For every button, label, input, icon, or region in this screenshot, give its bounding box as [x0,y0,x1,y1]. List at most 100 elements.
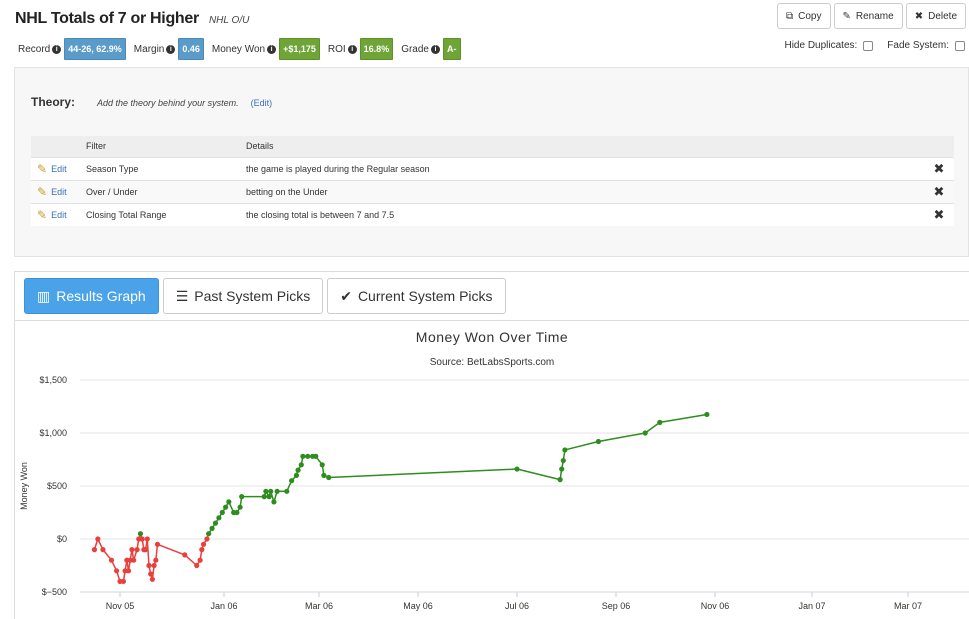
series-line-segment [564,440,599,451]
data-point [100,547,106,553]
info-icon[interactable]: i [166,44,176,54]
data-point [144,536,150,542]
page-title: NHL Totals of 7 or Higher [15,10,199,27]
data-point [219,509,225,516]
filter-details: betting on the Under [246,186,328,197]
data-point [293,472,300,478]
info-icon[interactable]: i [347,44,357,54]
table-row: ✎ Edit Season Type the game is played dur… [31,157,954,180]
x-tick-label: Sep 06 [602,601,631,611]
edit-link[interactable]: ✎ Edit [31,162,86,176]
copy-button[interactable]: ⧉ Copy [777,3,831,29]
data-point [295,467,301,473]
edit-label: Edit [51,209,67,220]
filter-name: Season Type [86,163,139,174]
data-point [137,531,144,537]
stat-record: Record i 44-26, 62.9% [18,38,126,60]
tab-current-system-picks[interactable]: ✔ Current System Picks [327,278,506,314]
data-point [559,466,565,472]
series-line-segment [328,468,518,479]
money-won-chart: Money Won Over Time Source: BetLabsSports… [19,329,969,611]
data-point [239,494,245,500]
filter-name: Closing Total Range [86,209,167,220]
data-point [151,562,157,569]
data-point [704,411,710,418]
series-line-segment [516,468,561,481]
page-header: NHL Totals of 7 or Higher NHL O/U [15,10,249,28]
series-line-segment [644,421,661,434]
tab-current-label: Current System Picks [357,288,493,304]
info-icon[interactable]: i [267,44,277,54]
tab-results-graph[interactable]: ▥ Results Graph [24,278,159,314]
data-point [326,474,332,481]
data-point [134,547,140,553]
data-point [274,488,280,494]
hide-duplicates-toggle: Hide Duplicates: [784,40,874,51]
data-point [300,453,306,459]
data-point [562,447,568,453]
system-panel: Theory: Add the theory behind your syste… [14,67,969,257]
pencil-icon: ✎ [37,161,48,176]
data-point [216,515,222,521]
x-tick-label: Jul 06 [505,601,529,611]
x-tick-label: Jan 07 [798,601,825,611]
pencil-icon: ✎ [842,10,851,22]
data-point [209,525,215,531]
delete-filter-icon[interactable]: ✖ [924,180,954,203]
data-point [284,488,290,494]
data-point [197,557,203,563]
data-point [146,562,152,569]
rename-button[interactable]: ✎ Rename [833,3,903,29]
stat-grade-label: Grade [401,43,429,55]
stat-grade-value: A- [443,38,461,60]
filter-header: Filter [86,141,106,152]
tab-past-system-picks[interactable]: ☰ Past System Picks [162,278,324,314]
data-point [266,494,272,500]
stat-record-label: Record [18,43,51,55]
data-point [657,419,663,425]
tab-list: ▥ Results Graph ☰ Past System Picks ✔ Cu… [24,278,506,314]
delete-filter-icon[interactable]: ✖ [924,157,954,180]
check-icon: ✔ [340,287,352,304]
edit-link[interactable]: ✎ Edit [31,185,86,199]
filter-name: Over / Under [86,186,138,197]
y-tick-label: $1,500 [39,375,67,385]
data-point [319,462,325,468]
bar-chart-icon: ▥ [37,287,51,304]
data-point [261,494,267,500]
x-tick-label: Mar 07 [894,601,922,611]
delete-filter-icon[interactable]: ✖ [924,203,954,226]
data-point [557,477,563,483]
y-tick-label: $0 [57,534,67,544]
fade-system-label: Fade System: [887,40,949,51]
data-point [237,504,243,510]
theory-text: Add the theory behind your system. [97,98,239,108]
info-icon[interactable]: i [431,44,440,54]
chart-subtitle: Source: BetLabsSports.com [430,357,555,368]
data-point [268,488,274,494]
data-point [321,472,327,478]
data-point [139,536,145,542]
stats-bar: Record i 44-26, 62.9% Margin i 0.46 Mone… [18,38,469,60]
hide-duplicates-checkbox[interactable] [863,40,874,51]
theory-section: Theory: Add the theory behind your syste… [31,95,272,109]
theory-edit-link[interactable]: (Edit) [251,98,273,108]
series-line-segment [659,413,708,424]
data-point [182,552,188,558]
toggle-options: Hide Duplicates: Fade System: [770,40,965,51]
stat-margin-value: 0.46 [178,38,204,60]
y-tick-label: $500 [47,481,67,491]
info-icon[interactable]: i [52,44,62,54]
data-point [263,488,269,494]
stat-margin-label: Margin [133,43,165,55]
database-icon: ☰ [175,287,189,304]
edit-link[interactable]: ✎ Edit [31,208,86,222]
data-point [120,578,127,584]
stat-roi-label: ROI [327,43,346,55]
x-tick-label: May 06 [403,601,433,611]
table-row: ✎ Edit Closing Total Range the closing to… [31,203,954,226]
fade-system-checkbox[interactable] [955,40,965,51]
filter-details: the game is played during the Regular se… [246,163,430,174]
stat-margin: Margin i 0.46 [134,38,204,60]
delete-button[interactable]: ✖ Delete [905,3,966,29]
